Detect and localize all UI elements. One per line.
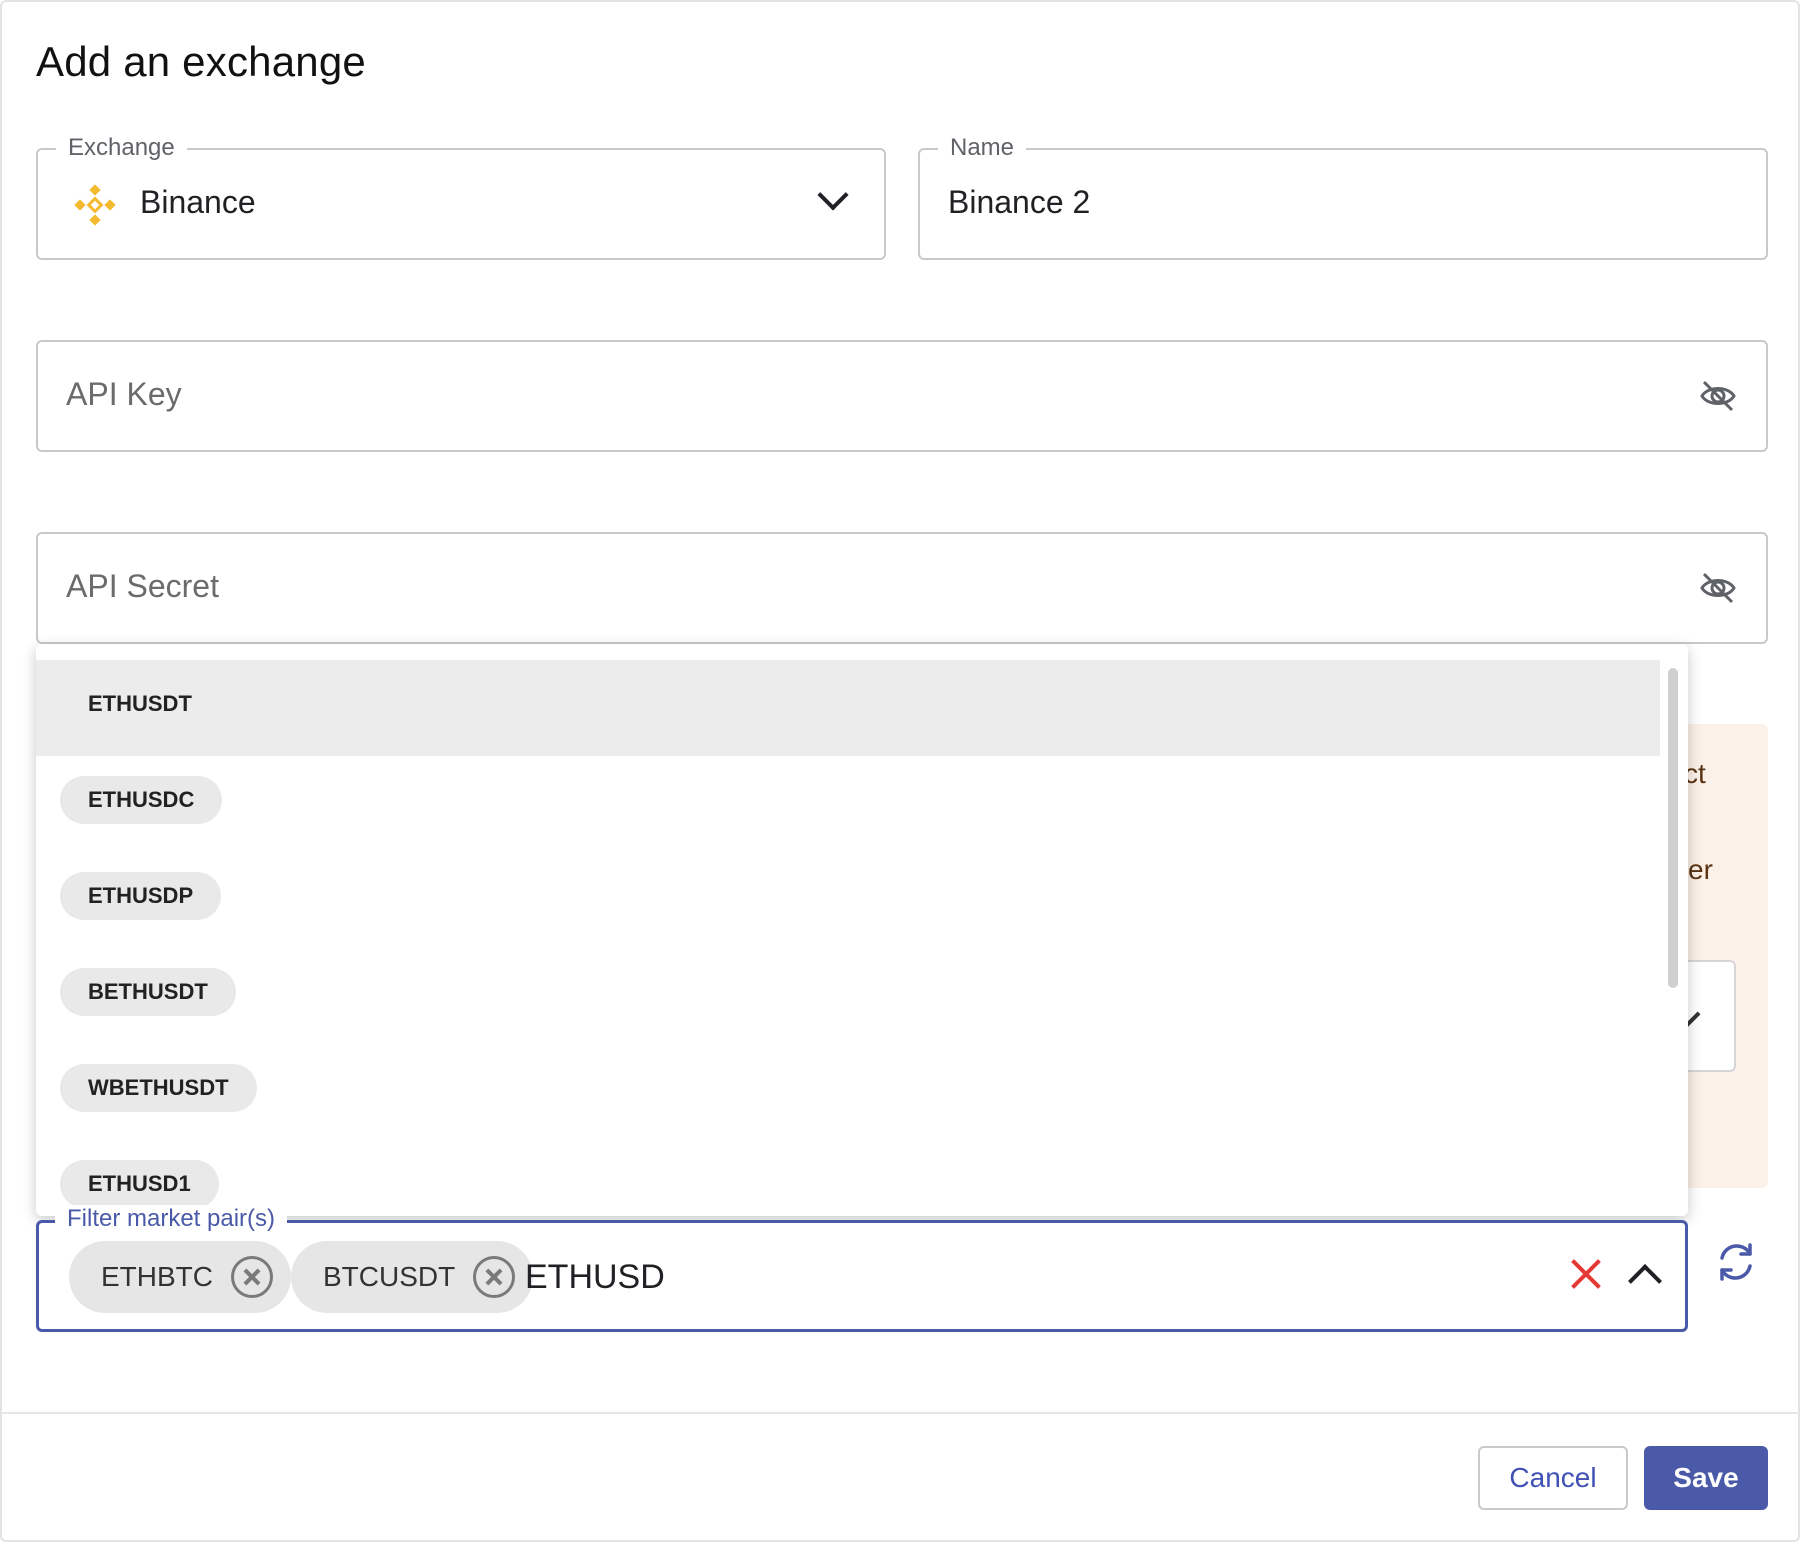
option-label: ETHUSDP bbox=[60, 872, 222, 920]
api-key-field[interactable]: API Key bbox=[36, 340, 1768, 452]
remove-chip-icon[interactable] bbox=[231, 1256, 273, 1298]
filter-label: Filter market pair(s) bbox=[55, 1205, 288, 1233]
dropdown-option[interactable]: BETHUSDT bbox=[36, 948, 1660, 1044]
exchange-label: Exchange bbox=[56, 134, 187, 162]
name-field[interactable]: Name Binance 2 bbox=[918, 134, 1768, 260]
chip-label: ETHBTC bbox=[101, 1261, 213, 1292]
filter-input[interactable]: ETHUSD bbox=[525, 1249, 665, 1305]
selected-pair-chip: BTCUSDT bbox=[291, 1241, 534, 1313]
api-secret-input[interactable]: API Secret bbox=[66, 568, 219, 605]
cancel-button[interactable]: Cancel bbox=[1478, 1446, 1628, 1510]
api-secret-field[interactable]: API Secret bbox=[36, 532, 1768, 644]
chip-label: BTCUSDT bbox=[323, 1261, 456, 1292]
option-label: ETHUSDT bbox=[88, 691, 192, 716]
dialog-title: Add an exchange bbox=[36, 38, 366, 85]
dropdown-option[interactable]: ETHUSDP bbox=[36, 852, 1660, 948]
option-label: ETHUSDC bbox=[60, 776, 223, 824]
dropdown-option[interactable]: ETHUSDC bbox=[36, 756, 1660, 852]
dropdown-scrollbar[interactable] bbox=[1668, 668, 1678, 988]
eye-off-icon[interactable] bbox=[1698, 376, 1738, 416]
option-label: ETHUSD1 bbox=[60, 1160, 219, 1208]
name-input[interactable]: Binance 2 bbox=[948, 184, 1090, 221]
chevron-up-icon[interactable] bbox=[1628, 1264, 1662, 1298]
selected-pair-chip: ETHBTC bbox=[69, 1241, 291, 1313]
option-label: WBETHUSDT bbox=[60, 1064, 257, 1112]
name-label: Name bbox=[938, 134, 1027, 162]
chevron-down-icon[interactable] bbox=[817, 179, 849, 211]
option-label: BETHUSDT bbox=[60, 968, 236, 1016]
dropdown-option[interactable]: ETHUSDT bbox=[36, 660, 1660, 756]
save-button[interactable]: Save bbox=[1644, 1446, 1768, 1510]
dropdown-option[interactable]: WBETHUSDT bbox=[36, 1044, 1660, 1140]
filter-market-pairs-field[interactable]: Filter market pair(s) ETHBTC BTCUSDT ETH… bbox=[36, 1205, 1688, 1332]
clear-icon[interactable] bbox=[1569, 1257, 1603, 1291]
api-key-input[interactable]: API Key bbox=[66, 376, 182, 413]
exchange-select[interactable]: Exchange Binance bbox=[36, 134, 886, 260]
market-pair-dropdown: ETHUSDT ETHUSDC ETHUSDP BETHUSDT WBETHUS… bbox=[36, 644, 1688, 1216]
eye-off-icon[interactable] bbox=[1698, 568, 1738, 608]
footer-divider bbox=[2, 1412, 1800, 1414]
binance-logo-icon bbox=[74, 184, 116, 226]
warning-text-fragment: er bbox=[1688, 854, 1713, 885]
exchange-value: Binance bbox=[140, 184, 256, 220]
remove-chip-icon[interactable] bbox=[473, 1256, 516, 1298]
refresh-icon[interactable] bbox=[1714, 1240, 1758, 1284]
add-exchange-dialog: Add an exchange Exchange Binance Name Bi… bbox=[0, 0, 1800, 1542]
